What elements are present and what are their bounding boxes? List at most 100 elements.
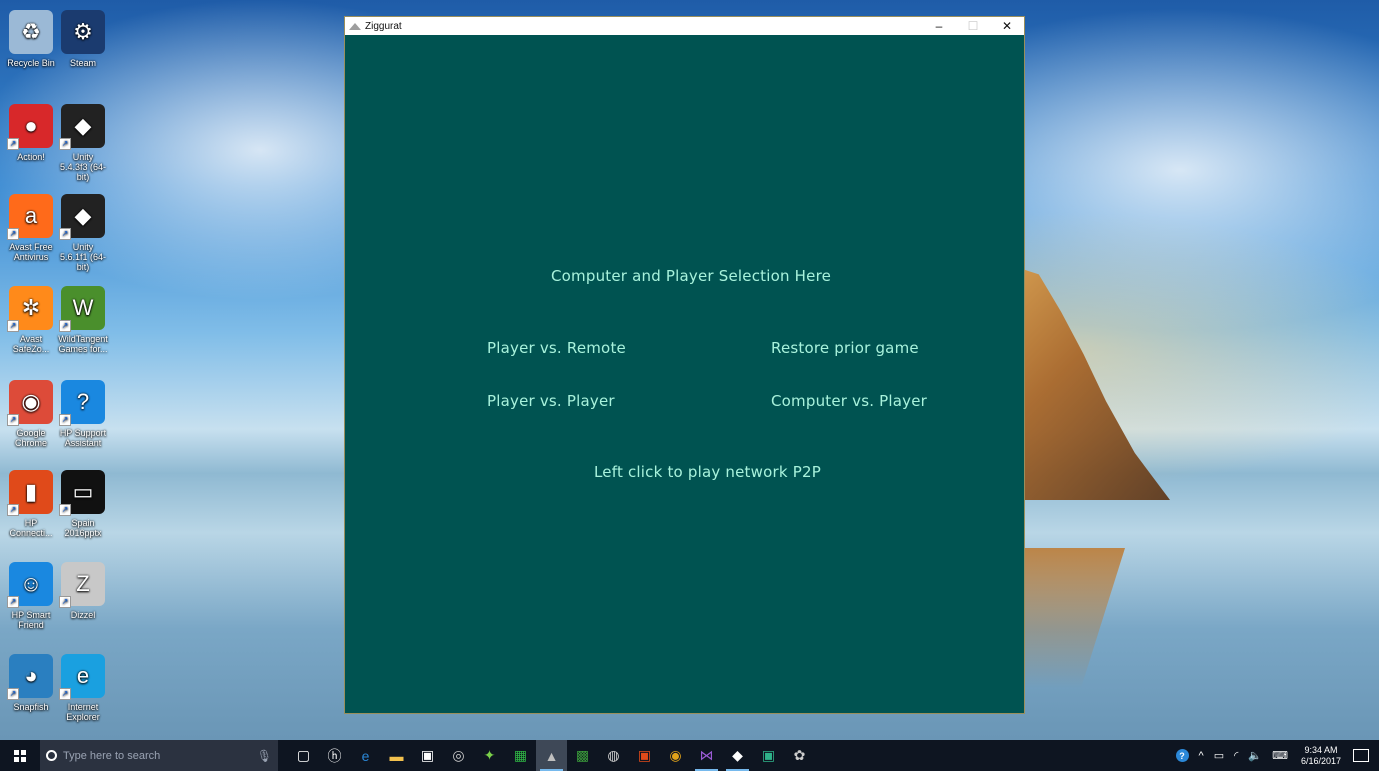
desktop-icon-google-chrome[interactable]: ◉ ↗ Google Chrome	[6, 380, 56, 448]
shortcut-arrow-icon: ↗	[7, 138, 19, 150]
task-view-icon: ▢	[296, 747, 311, 763]
wifi-icon[interactable]: ◜	[1229, 749, 1243, 762]
shortcut-arrow-icon: ↗	[59, 228, 71, 240]
taskbar-app-visual-studio[interactable]: ⋈	[691, 740, 722, 771]
shortcut-arrow-icon: ↗	[59, 688, 71, 700]
player-vs-player-option[interactable]: Player vs. Player	[487, 392, 615, 410]
desktop-icon-label: Unity 5.6.1f1 (64-bit)	[59, 242, 107, 272]
shortcut-arrow-icon: ↗	[7, 688, 19, 700]
computer-vs-player-option[interactable]: Computer vs. Player	[771, 392, 927, 410]
taskbar-clock[interactable]: 9:34 AM 6/16/2017	[1293, 745, 1349, 767]
selection-heading: Computer and Player Selection Here	[551, 267, 832, 285]
player-vs-remote-option[interactable]: Player vs. Remote	[487, 339, 626, 357]
desktop-icon-label: Google Chrome	[14, 428, 47, 448]
tray-chevron-icon[interactable]: ^	[1194, 750, 1209, 762]
recycle-bin-icon: ♻	[9, 10, 53, 54]
taskbar-app-hp[interactable]: ⓗ	[319, 740, 350, 771]
desktop-icon-label: Avast SafeZo...	[12, 334, 50, 354]
taskbar-app-app-g[interactable]: ▣	[753, 740, 784, 771]
game-canvas[interactable]: Computer and Player Selection Here Playe…	[345, 35, 1024, 713]
wallpaper-cliff	[1010, 265, 1170, 500]
taskbar-app-app-d[interactable]: ▩	[567, 740, 598, 771]
desktop-icon-internet-explorer[interactable]: e ↗ Internet Explorer	[58, 654, 108, 722]
action-center-icon[interactable]	[1353, 749, 1369, 762]
wildtangent-icon: W ↗	[59, 286, 105, 332]
taskbar-app-app-e[interactable]: ◍	[598, 740, 629, 771]
internet-explorer-icon: e ↗	[59, 654, 105, 700]
restore-prior-game-option[interactable]: Restore prior game	[771, 339, 919, 357]
desktop-icon-spain-2016[interactable]: ▭ ↗ Spain 2016pptx	[58, 470, 108, 538]
taskbar-app-edge[interactable]: e	[350, 740, 381, 771]
store-icon: ▣	[420, 747, 435, 763]
desktop-icon-label: HP Smart Friend	[11, 610, 51, 630]
taskbar-search-box[interactable]: Type here to search 🎙	[40, 740, 278, 771]
shortcut-arrow-icon: ↗	[59, 504, 71, 516]
taskbar-app-app-c[interactable]: ▦	[505, 740, 536, 771]
taskbar-app-app-a[interactable]: ◎	[443, 740, 474, 771]
battery-icon[interactable]: ▭	[1209, 749, 1229, 762]
taskbar-app-store[interactable]: ▣	[412, 740, 443, 771]
taskbar-app-chrome[interactable]: ◉	[660, 740, 691, 771]
microphone-icon[interactable]: 🎙	[257, 749, 272, 763]
start-button[interactable]	[0, 740, 40, 771]
google-chrome-icon: ◉ ↗	[7, 380, 53, 426]
taskbar-app-unity[interactable]: ◆	[722, 740, 753, 771]
cortana-icon	[46, 750, 57, 761]
keyboard-icon[interactable]: ⌨	[1267, 749, 1293, 762]
unity-543-icon: ◆ ↗	[59, 104, 105, 150]
taskbar-app-app-h[interactable]: ✿	[784, 740, 815, 771]
app-h-icon: ✿	[793, 747, 806, 763]
windows-logo-icon	[14, 749, 26, 762]
help-icon[interactable]: ?	[1171, 749, 1194, 762]
window-titlebar[interactable]: Ziggurat – ☐ ✕	[345, 17, 1024, 35]
unity-561-icon: ◆ ↗	[59, 194, 105, 240]
desktop-icon-unity-561[interactable]: ◆ ↗ Unity 5.6.1f1 (64-bit)	[58, 194, 108, 272]
taskbar-app-file-explorer[interactable]: ▬	[381, 740, 412, 771]
desktop-icon-hp-smart-friend[interactable]: ☺ ↗ HP Smart Friend	[6, 562, 56, 630]
desktop-icon-hp-connected[interactable]: ▮ ↗ HP Connecti...	[6, 470, 56, 538]
edge-icon: e	[361, 747, 370, 764]
dizzel-icon: Z ↗	[59, 562, 105, 608]
ziggurat-icon: ▲	[544, 747, 559, 764]
shortcut-arrow-icon: ↗	[7, 414, 19, 426]
window-title: Ziggurat	[365, 20, 402, 32]
desktop-icon-hp-support[interactable]: ? ↗ HP Support Assistant	[58, 380, 108, 448]
app-e-icon: ◍	[607, 747, 620, 763]
desktop: ♻ Recycle Bin ⚙ Steam ● ↗ Action! ◆ ↗ Unity 5.4.3…	[0, 0, 1379, 740]
app-a-icon: ◎	[452, 747, 465, 763]
network-p2p-option[interactable]: Left click to play network P2P	[594, 463, 821, 481]
unity-icon: ◆	[732, 747, 743, 763]
taskbar: Type here to search 🎙 ▢ ⓗ e ▬ ▣ ◎ ✦ ▦ ▲ ▩ ◍ ▣ ◉ ⋈ ◆ ▣ ✿ …	[0, 740, 1379, 771]
avast-safezone-icon: ✲ ↗	[7, 286, 53, 332]
shortcut-arrow-icon: ↗	[59, 320, 71, 332]
desktop-icon-dizzel[interactable]: Z ↗ Dizzel	[58, 562, 108, 620]
hp-support-icon: ? ↗	[59, 380, 105, 426]
search-placeholder: Type here to search	[63, 749, 161, 762]
taskbar-app-app-b[interactable]: ✦	[474, 740, 505, 771]
desktop-icon-label: Snapfish	[13, 702, 49, 712]
desktop-icon-avast-safezone[interactable]: ✲ ↗ Avast SafeZo...	[6, 286, 56, 354]
app-c-icon: ▦	[513, 747, 528, 763]
ziggurat-app-icon	[349, 22, 361, 30]
desktop-icon-action[interactable]: ● ↗ Action!	[6, 104, 56, 162]
shortcut-arrow-icon: ↗	[7, 228, 19, 240]
desktop-icon-steam[interactable]: ⚙ Steam	[58, 10, 108, 68]
desktop-icon-avast-antivirus[interactable]: a ↗ Avast Free Antivirus	[6, 194, 56, 262]
desktop-icon-unity-543[interactable]: ◆ ↗ Unity 5.4.3f3 (64-bit)	[58, 104, 108, 182]
desktop-icon-snapfish[interactable]: ◕ ↗ Snapfish	[6, 654, 56, 712]
desktop-icon-recycle-bin[interactable]: ♻ Recycle Bin	[6, 10, 56, 68]
taskbar-app-app-f[interactable]: ▣	[629, 740, 660, 771]
minimize-button[interactable]: –	[922, 17, 956, 35]
hp-connected-icon: ▮ ↗	[7, 470, 53, 516]
close-button[interactable]: ✕	[990, 17, 1024, 35]
action-icon: ● ↗	[7, 104, 53, 150]
app-b-icon: ✦	[483, 747, 496, 763]
taskbar-app-task-view[interactable]: ▢	[288, 740, 319, 771]
taskbar-app-ziggurat[interactable]: ▲	[536, 740, 567, 771]
volume-icon[interactable]: 🔈	[1243, 749, 1267, 762]
file-explorer-icon: ▬	[389, 747, 404, 764]
hp-smart-friend-icon: ☺ ↗	[7, 562, 53, 608]
spain-2016-icon: ▭ ↗	[59, 470, 105, 516]
maximize-button[interactable]: ☐	[956, 17, 990, 35]
desktop-icon-wildtangent[interactable]: W ↗ WildTangent Games for...	[58, 286, 108, 354]
